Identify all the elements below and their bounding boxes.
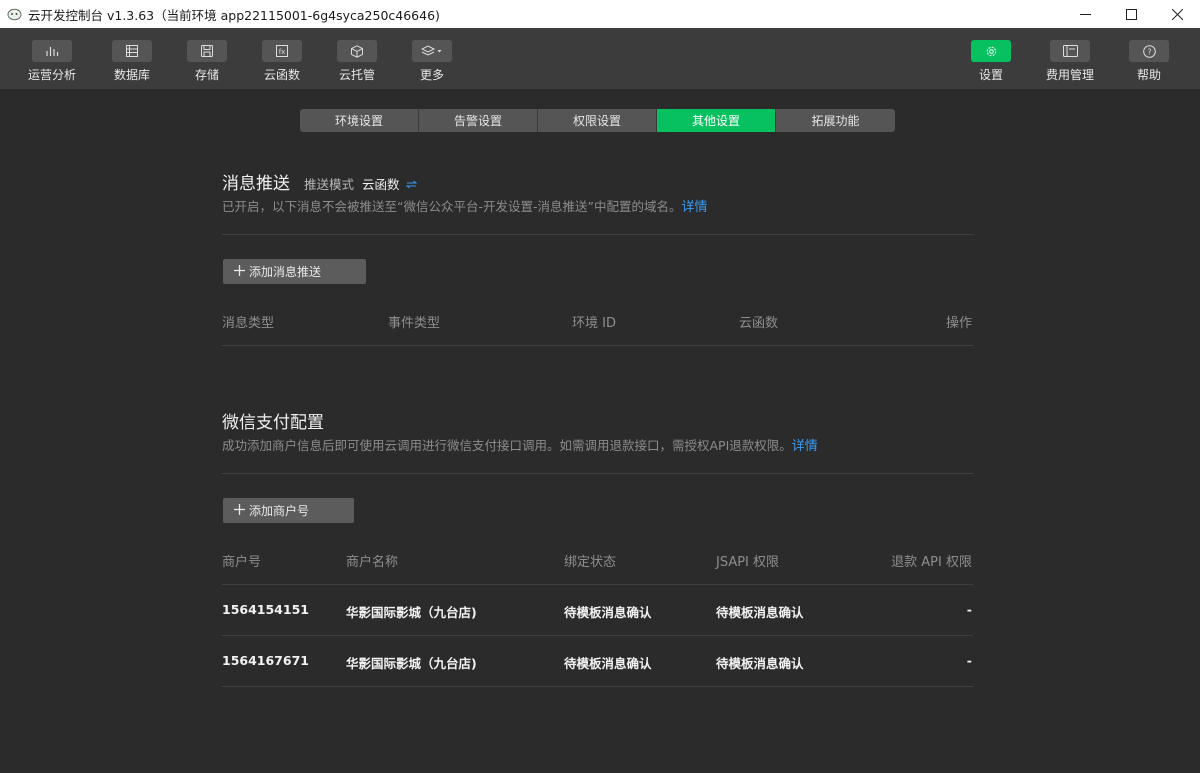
help-icon: ? — [1142, 44, 1156, 58]
close-icon — [1171, 8, 1183, 20]
toolbar-label: 数据库 — [113, 68, 150, 82]
toolbar-label: 帮助 — [1136, 68, 1161, 82]
storage-icon — [201, 45, 213, 57]
svg-text:fx: fx — [279, 48, 286, 56]
column-header: 绑定状态 — [564, 555, 617, 570]
main-content: 环境设置 告警设置 权限设置 其他设置 拓展功能 消息推送 推送模式 云函数 已… — [0, 89, 1200, 773]
toolbar-help[interactable]: ? 帮助 — [1109, 40, 1189, 83]
toolbar-cloud-hosting[interactable]: 云托管 — [317, 40, 397, 83]
divider — [222, 345, 973, 346]
cube-icon — [351, 44, 363, 58]
divider — [222, 686, 973, 687]
main-toolbar: 运营分析 数据库 存储 fx 云函数 云托管 更多 设置 费用管理 ? 帮助 — [0, 28, 1200, 89]
divider — [222, 584, 973, 585]
push-mode-label: 推送模式 — [304, 177, 355, 192]
divider — [222, 635, 973, 636]
merchant-id: 1564167671 — [222, 653, 309, 668]
add-message-push-button[interactable]: 添加消息推送 — [223, 259, 366, 284]
tab-extensions[interactable]: 拓展功能 — [776, 109, 895, 132]
pay-detail-link[interactable]: 详情 — [792, 439, 818, 454]
toolbar-analytics[interactable]: 运营分析 — [12, 40, 92, 83]
refund-permission: - — [966, 602, 972, 617]
column-header: JSAPI 权限 — [716, 555, 780, 570]
toolbar-label: 更多 — [419, 68, 444, 82]
plus-icon — [234, 265, 245, 276]
toolbar-storage[interactable]: 存储 — [167, 40, 247, 83]
column-header: 商户号 — [222, 555, 262, 570]
merchant-name: 华影国际影城（九台店) — [346, 605, 477, 620]
bar-chart-icon — [46, 47, 59, 56]
minimize-button[interactable] — [1062, 0, 1108, 28]
column-header: 操作 — [945, 316, 972, 331]
toolbar-label: 费用管理 — [1045, 68, 1094, 82]
column-header: 云函数 — [739, 316, 779, 331]
plus-icon — [234, 504, 245, 515]
push-section-header: 消息推送 推送模式 云函数 — [222, 169, 417, 194]
toolbar-cloud-function[interactable]: fx 云函数 — [242, 40, 322, 83]
push-detail-link[interactable]: 详情 — [681, 200, 707, 215]
column-header: 退款 API 权限 — [891, 555, 972, 570]
maximize-button[interactable] — [1108, 0, 1154, 28]
push-mode-value: 云函数 — [362, 177, 400, 192]
merchant-name: 华影国际影城（九台店) — [346, 656, 477, 671]
pay-section-title: 微信支付配置 — [222, 413, 324, 433]
toolbar-label: 云托管 — [338, 68, 375, 82]
toolbar-settings[interactable]: 设置 — [951, 40, 1031, 83]
push-section-title: 消息推送 — [222, 174, 290, 194]
toolbar-more[interactable]: 更多 — [392, 40, 472, 83]
merchant-id: 1564154151 — [222, 602, 309, 617]
toolbar-label: 运营分析 — [27, 68, 76, 82]
window-title: 云开发控制台 v1.3.63（当前环境 app22115001-6g4syca2… — [28, 7, 440, 23]
refund-permission: - — [966, 653, 972, 668]
svg-text:?: ? — [1147, 47, 1151, 56]
toolbar-label: 云函数 — [263, 68, 300, 82]
bind-status: 待模板消息确认 — [564, 656, 652, 671]
column-header: 环境 ID — [572, 316, 616, 331]
billing-icon — [1062, 45, 1078, 57]
toolbar-database[interactable]: 数据库 — [92, 40, 172, 83]
divider — [222, 473, 973, 474]
toolbar-billing[interactable]: 费用管理 — [1030, 40, 1110, 83]
function-icon: fx — [276, 45, 288, 57]
maximize-icon — [1125, 8, 1137, 20]
push-description: 已开启，以下消息不会被推送至“微信公众平台-开发设置-消息推送”中配置的域名。详… — [222, 199, 708, 215]
toolbar-label: 存储 — [194, 68, 219, 82]
tab-other-settings[interactable]: 其他设置 — [657, 109, 776, 132]
column-header: 消息类型 — [222, 316, 275, 331]
pay-description: 成功添加商户信息后即可使用云调用进行微信支付接口调用。如需调用退款接口，需授权A… — [222, 438, 818, 454]
gear-icon — [986, 46, 996, 56]
close-button[interactable] — [1154, 0, 1200, 28]
toolbar-label: 设置 — [978, 68, 1003, 82]
tab-permissions[interactable]: 权限设置 — [538, 109, 657, 132]
bind-status: 待模板消息确认 — [564, 605, 652, 620]
title-bar: 云开发控制台 v1.3.63（当前环境 app22115001-6g4syca2… — [0, 0, 1200, 28]
jsapi-permission: 待模板消息确认 — [716, 605, 804, 620]
layers-icon — [421, 45, 442, 56]
divider — [222, 234, 973, 235]
app-logo-icon — [6, 6, 22, 22]
column-header: 事件类型 — [388, 316, 441, 331]
database-icon — [126, 45, 138, 57]
tab-environment[interactable]: 环境设置 — [300, 109, 419, 132]
window-controls — [1062, 0, 1200, 28]
tab-alerts[interactable]: 告警设置 — [419, 109, 538, 132]
add-merchant-button[interactable]: 添加商户号 — [223, 498, 354, 523]
switch-mode-icon[interactable] — [405, 174, 417, 194]
settings-tabs: 环境设置 告警设置 权限设置 其他设置 拓展功能 — [300, 109, 895, 132]
column-header: 商户名称 — [346, 555, 399, 570]
minimize-icon — [1079, 13, 1091, 15]
jsapi-permission: 待模板消息确认 — [716, 656, 804, 671]
